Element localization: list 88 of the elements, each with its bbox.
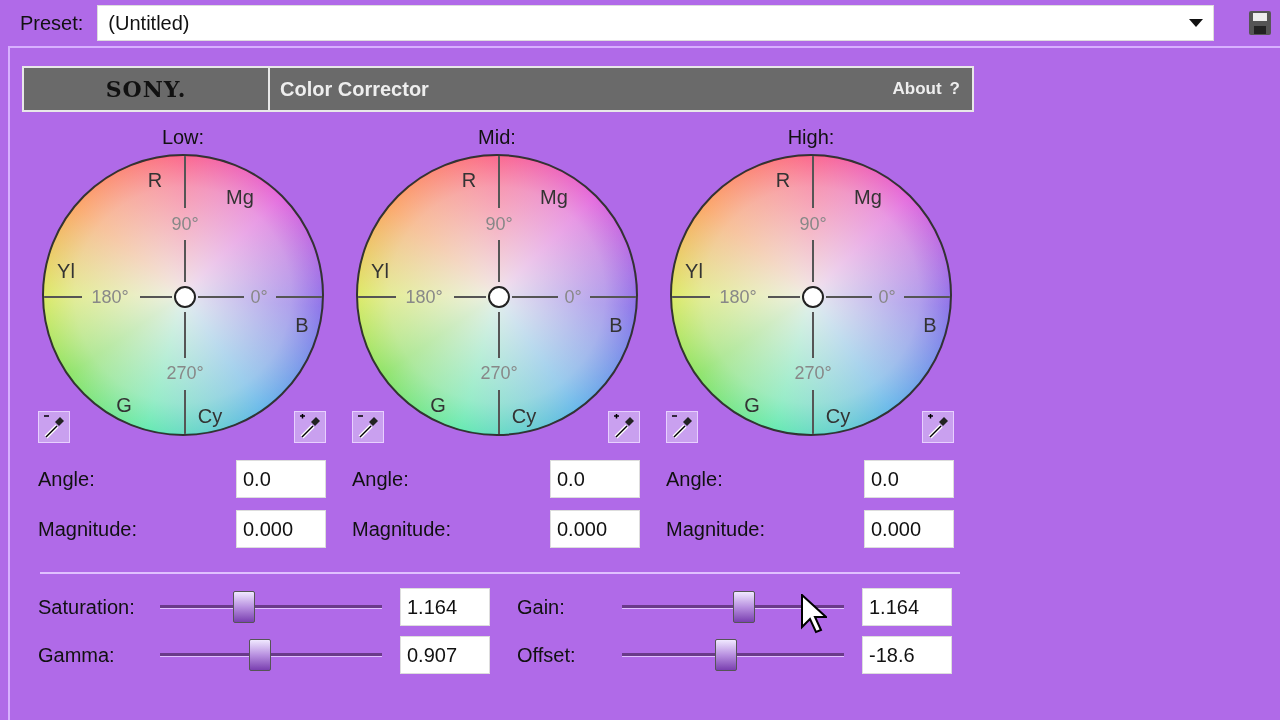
hue-label: Mg [226, 187, 254, 207]
input-field[interactable]: -18.6 [862, 636, 952, 674]
degree-label: 90° [171, 215, 199, 233]
degree-label: 180° [91, 288, 129, 306]
degree-label: 270° [166, 364, 204, 382]
input-field[interactable]: 0.0 [236, 460, 326, 498]
hue-label: B [923, 315, 937, 335]
hue-label: Yl [57, 261, 75, 281]
hue-label: Mg [854, 187, 882, 207]
hue-label: Yl [685, 261, 703, 281]
input-field[interactable]: 1.164 [400, 588, 490, 626]
brand-panel: SONY. [24, 68, 270, 110]
input-field[interactable]: 0.000 [864, 510, 954, 548]
cursor-icon [801, 594, 827, 634]
slider-label: Saturation: [38, 595, 136, 620]
degree-label: 0° [564, 288, 582, 306]
slider-thumb[interactable] [233, 591, 256, 623]
hue-label: B [609, 315, 623, 335]
eyedropper-button[interactable] [922, 411, 954, 443]
wheel-label: High: [787, 126, 835, 148]
eyedropper-icon [297, 414, 323, 440]
slider-track[interactable] [160, 638, 382, 672]
hue-label: B [295, 315, 309, 335]
eyedropper-icon [355, 414, 381, 440]
hue-label: Yl [371, 261, 389, 281]
hue-label: Cy [197, 406, 223, 426]
input-field[interactable]: 0.0 [864, 460, 954, 498]
slider-thumb[interactable] [733, 591, 756, 623]
field-label: Angle: [38, 467, 95, 492]
wheel-handle[interactable] [802, 286, 824, 308]
input-field[interactable]: 0.907 [400, 636, 490, 674]
degree-label: 0° [250, 288, 268, 306]
wheel-handle[interactable] [174, 286, 196, 308]
hue-label: G [116, 395, 132, 415]
slider-thumb[interactable] [715, 639, 738, 671]
eyedropper-button[interactable] [608, 411, 640, 443]
slider-track[interactable] [160, 590, 382, 624]
slider-track[interactable] [622, 590, 844, 624]
eyedropper-icon [669, 414, 695, 440]
eyedropper-button[interactable] [294, 411, 326, 443]
degree-label: 90° [485, 215, 513, 233]
degree-label: 180° [405, 288, 443, 306]
preset-label: Preset: [20, 11, 84, 36]
field-label: Magnitude: [666, 517, 765, 542]
eyedropper-icon [41, 414, 67, 440]
input-field[interactable]: 0.000 [236, 510, 326, 548]
preset-dropdown[interactable]: (Untitled) [97, 5, 1215, 41]
slider-track[interactable] [622, 638, 844, 672]
degree-label: 0° [878, 288, 896, 306]
wheel-handle[interactable] [488, 286, 510, 308]
input-field[interactable]: 1.164 [862, 588, 952, 626]
field-label: Magnitude: [352, 517, 451, 542]
field-label: Angle: [666, 467, 723, 492]
about-link[interactable]: About [892, 76, 942, 102]
field-label: Magnitude: [38, 517, 137, 542]
color-wheel[interactable]: R Mg Yl B G Cy 90° 180° 0° 270° [356, 154, 638, 436]
eyedropper-icon [925, 414, 951, 440]
save-icon[interactable] [1248, 10, 1272, 36]
eyedropper-button[interactable] [352, 411, 384, 443]
hue-label: R [775, 170, 791, 190]
hue-label: Cy [825, 406, 851, 426]
color-wheel[interactable]: R Mg Yl B G Cy 90° 180° 0° 270° [42, 154, 324, 436]
plugin-title: Color Corrector [280, 77, 429, 102]
dropdown-arrow-icon [1189, 19, 1204, 27]
hue-label: Mg [540, 187, 568, 207]
eyedropper-button[interactable] [666, 411, 698, 443]
color-wheel[interactable]: R Mg Yl B G Cy 90° 180° 0° 270° [670, 154, 952, 436]
degree-label: 180° [719, 288, 757, 306]
field-label: Angle: [352, 467, 409, 492]
slider-label: Gain: [517, 595, 566, 620]
eyedropper-button[interactable] [38, 411, 70, 443]
hue-label: G [430, 395, 446, 415]
input-field[interactable]: 0.000 [550, 510, 640, 548]
help-link[interactable]: ? [949, 76, 960, 102]
slider-thumb[interactable] [248, 639, 271, 671]
hue-label: R [461, 170, 477, 190]
wheel-label: Low: [161, 126, 205, 148]
input-field[interactable]: 0.0 [550, 460, 640, 498]
slider-label: Offset: [517, 643, 577, 668]
degree-label: 270° [794, 364, 832, 382]
hue-label: G [744, 395, 760, 415]
eyedropper-icon [611, 414, 637, 440]
degree-label: 270° [480, 364, 518, 382]
wheel-label: Mid: [478, 126, 516, 148]
hue-label: R [147, 170, 163, 190]
hue-label: Cy [511, 406, 537, 426]
slider-label: Gamma: [38, 643, 116, 668]
degree-label: 90° [799, 215, 827, 233]
